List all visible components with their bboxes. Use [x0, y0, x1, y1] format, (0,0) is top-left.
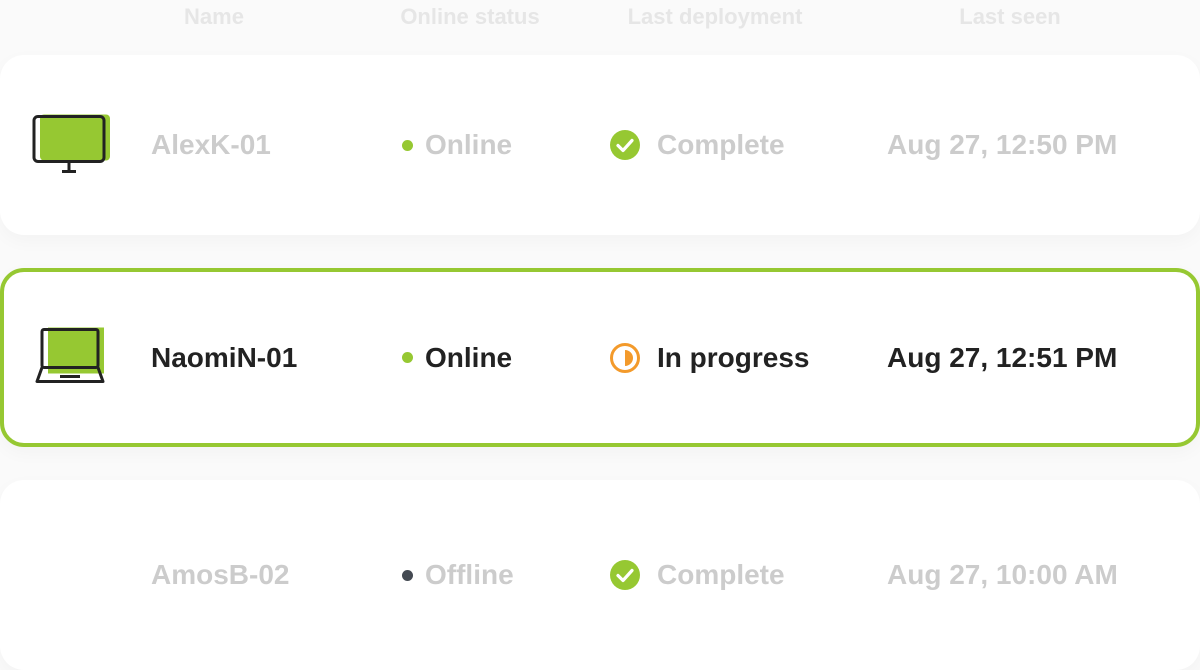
- column-header-last-deployment[interactable]: Last deployment: [628, 4, 803, 30]
- deployment-label: In progress: [657, 341, 810, 373]
- deployment-label: Complete: [657, 559, 785, 590]
- column-header-last-seen[interactable]: Last seen: [959, 4, 1061, 30]
- online-status: Online: [402, 129, 512, 161]
- status-label: Online: [425, 129, 513, 160]
- status-dot-icon: [402, 569, 413, 581]
- monitor-icon: [30, 111, 114, 180]
- online-status: Online: [402, 342, 512, 374]
- status-dot-icon: [402, 352, 413, 363]
- status-dot-icon: [402, 139, 413, 151]
- online-status: Offline: [402, 559, 514, 591]
- table-row[interactable]: AlexK-01 Online Complete Aug 27, 12:50 P…: [0, 55, 1200, 235]
- status-label: Online: [425, 341, 513, 373]
- device-name: AmosB-02: [151, 559, 290, 590]
- check-circle-icon: [609, 559, 641, 591]
- status-label: Offline: [425, 559, 514, 590]
- table-row-selected[interactable]: NaomiN-01 Online In progress Aug 27, 12:…: [0, 268, 1200, 447]
- last-seen: Aug 27, 12:51 PM: [887, 341, 1118, 373]
- deployment-status: Complete: [609, 129, 785, 161]
- deployment-status: In progress: [609, 342, 809, 374]
- check-circle-icon: [609, 129, 641, 161]
- device-name: NaomiN-01: [151, 341, 298, 373]
- deployment-status: Complete: [609, 559, 785, 591]
- half-circle-progress-icon: [609, 342, 641, 374]
- deployment-label: Complete: [657, 129, 785, 160]
- last-seen: Aug 27, 10:00 AM: [887, 559, 1118, 590]
- table-row[interactable]: AmosB-02 Offline Complete Aug 27, 10:00 …: [0, 480, 1200, 670]
- column-header-online-status[interactable]: Online status: [400, 4, 539, 30]
- last-seen: Aug 27, 12:50 PM: [887, 129, 1118, 160]
- laptop-icon: [34, 325, 110, 390]
- column-header-name[interactable]: Name: [184, 4, 244, 30]
- device-name: AlexK-01: [151, 129, 271, 160]
